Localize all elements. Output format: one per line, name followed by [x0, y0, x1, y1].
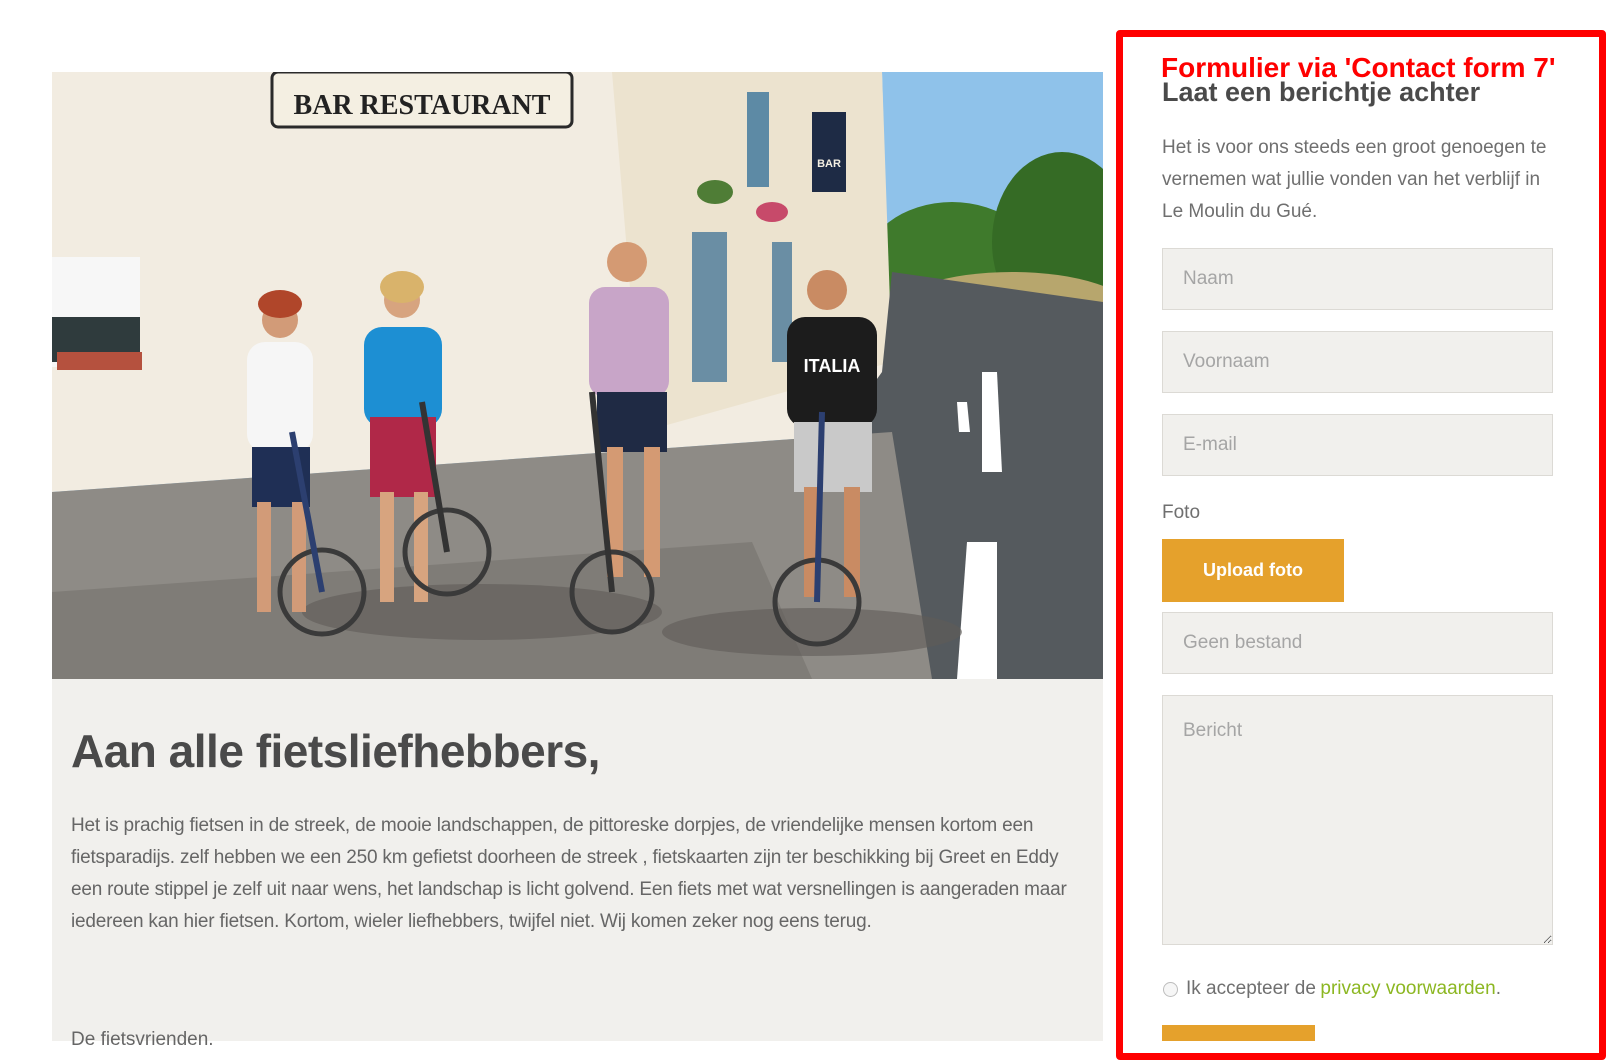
post-photo: BAR RESTAURANT BAR ITALIA: [52, 72, 1103, 679]
email-input[interactable]: [1162, 414, 1553, 476]
photo-sign-text: BAR RESTAURANT: [294, 90, 551, 121]
message-textarea[interactable]: [1162, 695, 1553, 945]
privacy-link[interactable]: privacy voorwaarden: [1320, 978, 1495, 1000]
form-intro: Het is voor ons steeds een groot genoege…: [1162, 137, 1547, 222]
consent-text: Ik accepteer de: [1186, 978, 1316, 999]
upload-photo-button[interactable]: Upload foto: [1162, 539, 1344, 602]
post-title: Aan alle fietsliefhebbers,: [71, 725, 600, 777]
post-body: Het is prachig fietsen in de streek, de …: [71, 815, 1067, 932]
post-card: BAR RESTAURANT BAR ITALIA Aan alle fiets…: [52, 72, 1103, 1050]
voornaam-input[interactable]: [1162, 331, 1553, 393]
submit-button[interactable]: [1162, 1025, 1315, 1041]
naam-input[interactable]: [1162, 248, 1553, 310]
foto-label: Foto: [1162, 502, 1201, 523]
photo-hanging-sign: BAR: [817, 158, 841, 170]
privacy-consent-checkbox[interactable]: [1163, 981, 1178, 997]
photo-shirt-text: ITALIA: [804, 356, 861, 376]
post-signature: De fietsvrienden.: [71, 1029, 214, 1050]
file-status-field: Geen bestand: [1162, 612, 1553, 674]
consent-period: .: [1495, 978, 1501, 999]
annotation-label: Formulier via 'Contact form 7': [1161, 52, 1556, 83]
privacy-consent: Ik accepteer de privacy voorwaarden.: [1163, 978, 1501, 1000]
